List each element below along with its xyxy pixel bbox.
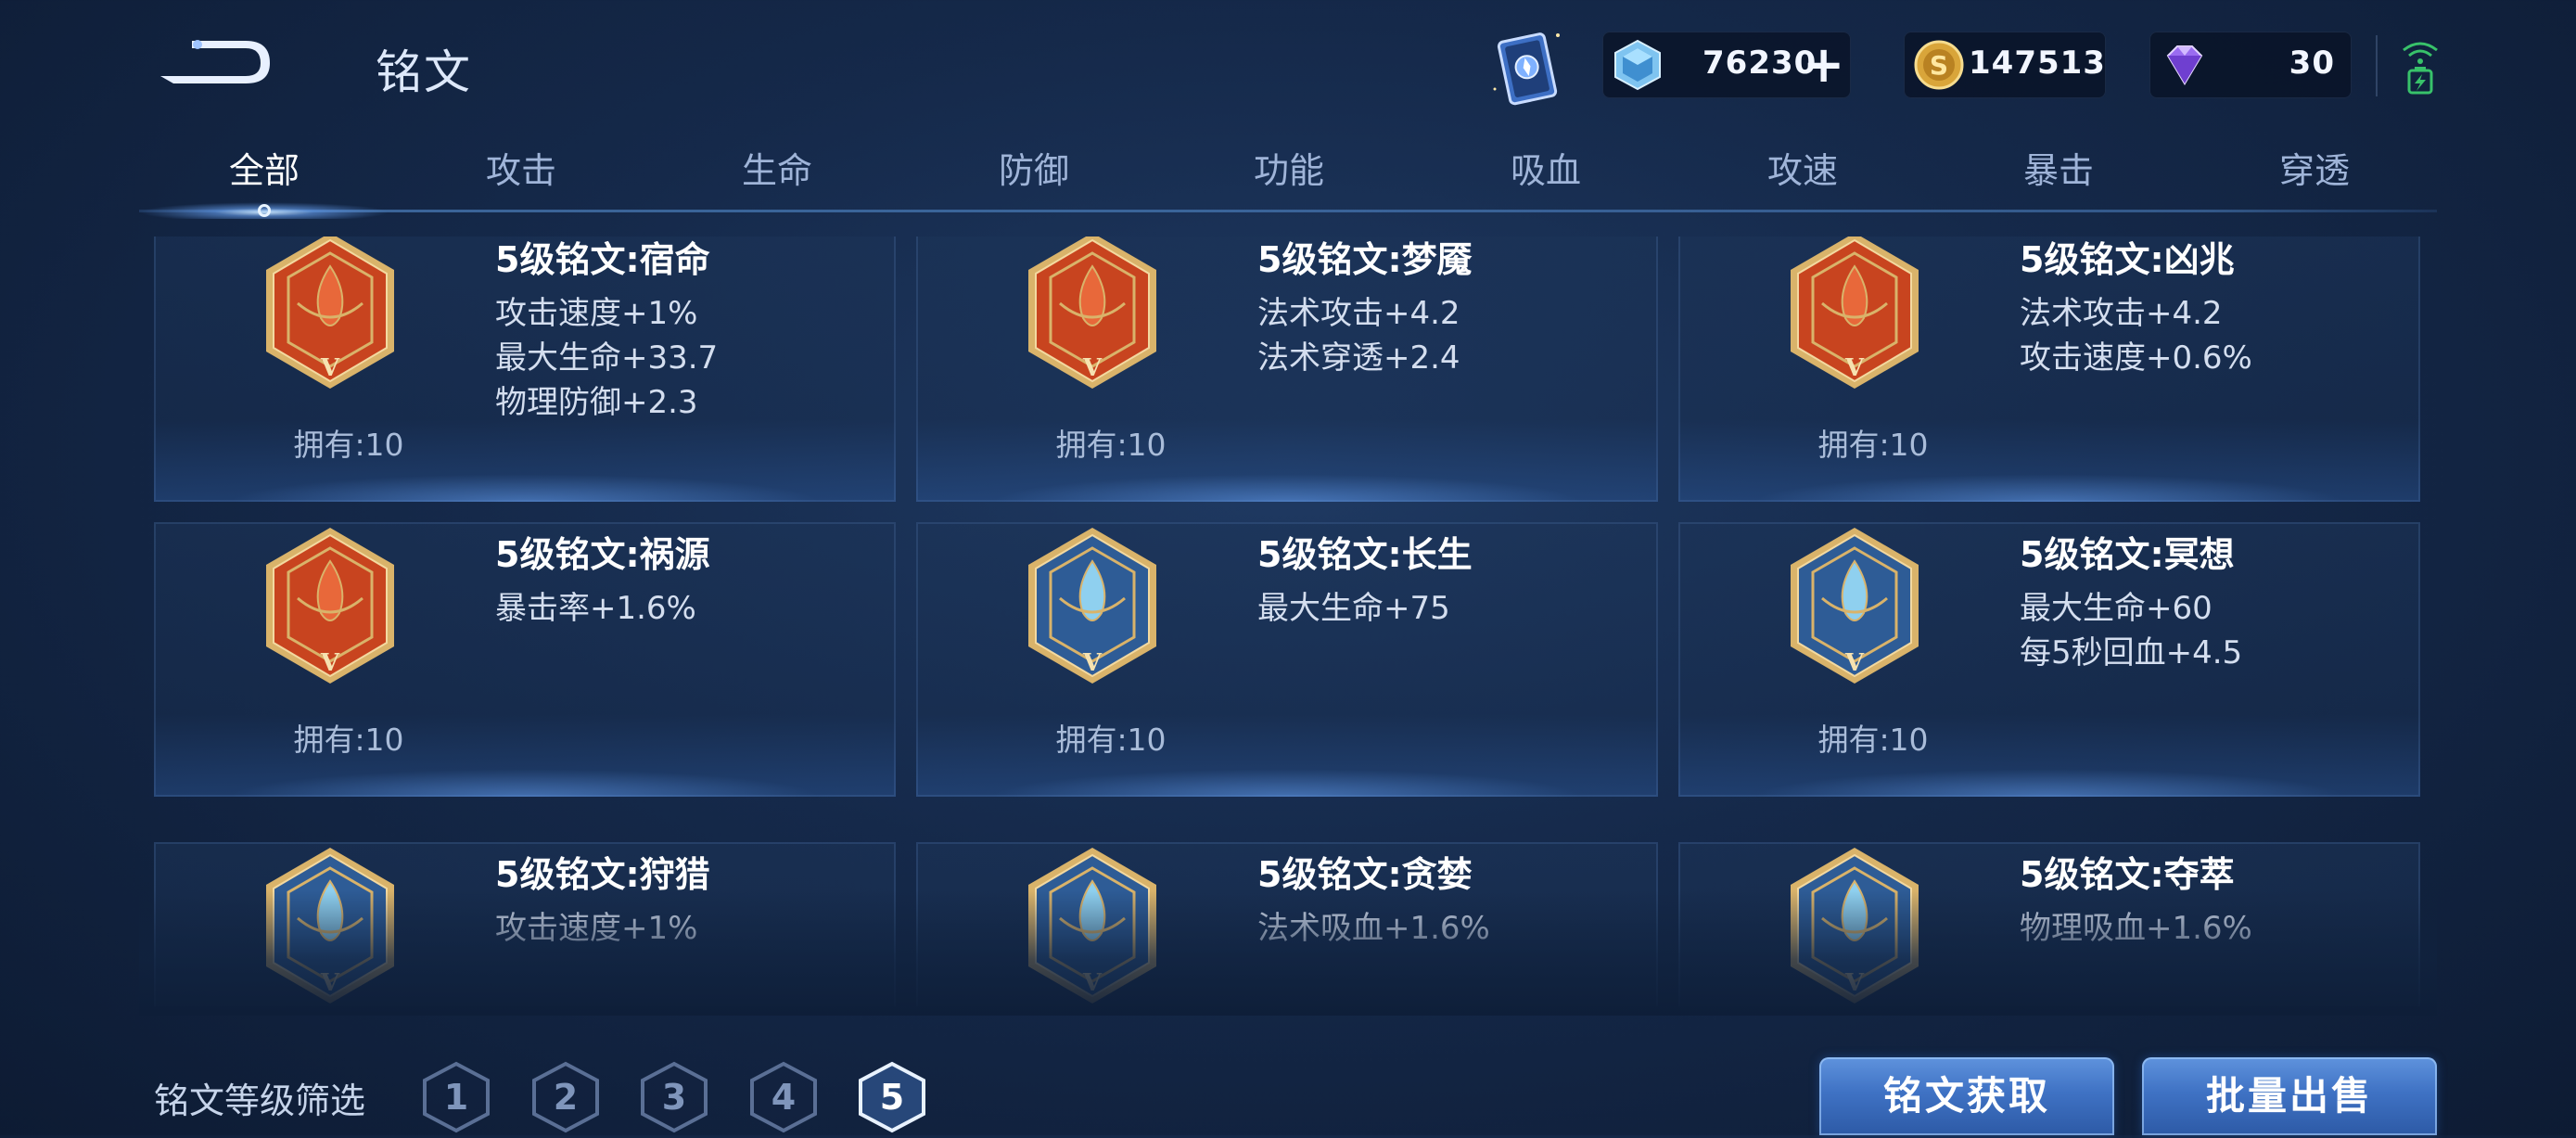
bulk-sell-button[interactable]: 批量出售 [2142, 1057, 2437, 1135]
gold-coin-icon: S [1914, 40, 1964, 90]
svg-text:V: V [320, 354, 340, 382]
inscription-name: 5级铭文:梦魇 [1257, 239, 1473, 280]
diamond-currency: 30 [2149, 32, 2352, 98]
tab-8[interactable]: 穿透 [2199, 139, 2430, 202]
inscription-name: 5级铭文:贪婪 [1257, 854, 1473, 895]
crystal-currency: 76230 + [1602, 32, 1851, 98]
tab-1[interactable]: 攻击 [405, 139, 637, 202]
diamond-icon [2166, 45, 2203, 85]
inscription-stat: 暴击率+1.6% [495, 590, 696, 627]
owned-count: 拥有:10 [293, 722, 404, 758]
tab-4[interactable]: 功能 [1173, 139, 1405, 202]
level-filter-label: 铭文等级筛选 [154, 1080, 366, 1121]
tab-7[interactable]: 暴击 [1943, 139, 2174, 202]
add-crystal-button[interactable]: + [1803, 35, 1844, 95]
level-number: 4 [771, 1077, 797, 1118]
inscription-emblem-icon: V [1791, 237, 1919, 389]
inscription-name: 5级铭文:夺萃 [2020, 854, 2235, 895]
owned-count: 拥有:10 [1055, 722, 1167, 758]
inscription-card[interactable]: V 5级铭文:长生最大生命+75 拥有:10 [916, 522, 1658, 797]
back-arrow-icon [160, 40, 270, 83]
gold-amount: 147513 [1969, 45, 2106, 82]
inscription-acquire-button[interactable]: 铭文获取 [1819, 1057, 2114, 1135]
inscription-card[interactable]: V 5级铭文:冥想最大生命+60 每5秒回血+4.5 拥有:10 [1678, 522, 2420, 797]
level-number: 1 [443, 1077, 469, 1118]
inscription-name: 5级铭文:冥想 [2020, 534, 2235, 575]
svg-text:V: V [1844, 354, 1865, 382]
inscription-stat: 每5秒回血+4.5 [2020, 634, 2243, 671]
inscription-card[interactable]: V 5级铭文:宿命攻击速度+1% 最大生命+33.7 物理防御+2.3 拥有:10 [154, 237, 896, 502]
inscription-stat: 法术攻击+4.2 [1257, 295, 1460, 332]
diamond-amount: 30 [2289, 45, 2335, 82]
inscription-emblem-icon: V [266, 528, 394, 684]
inscription-name: 5级铭文:狩猎 [495, 854, 710, 895]
level-filter-5[interactable]: 5 [855, 1060, 929, 1134]
inscription-card[interactable]: V 5级铭文:凶兆法术攻击+4.2 攻击速度+0.6% 拥有:10 [1678, 237, 2420, 502]
level-number: 3 [661, 1077, 687, 1118]
card-glow [990, 474, 1584, 502]
card-pack-icon[interactable] [1484, 24, 1573, 113]
owned-count: 拥有:10 [1817, 427, 1929, 463]
svg-text:V: V [1082, 649, 1103, 677]
inscription-stat: 攻击速度+0.6% [2020, 339, 2252, 377]
inscription-name: 5级铭文:长生 [1257, 534, 1473, 575]
tab-5[interactable]: 吸血 [1430, 139, 1662, 202]
owned-count: 拥有:10 [293, 427, 404, 463]
wifi-battery-icon [2398, 37, 2442, 96]
inscription-name: 5级铭文:祸源 [495, 534, 710, 575]
level-number: 2 [553, 1077, 579, 1118]
inscription-stat: 最大生命+60 [2020, 590, 2213, 627]
grid-fade-overlay [139, 890, 2437, 1016]
card-glow [228, 769, 822, 797]
divider [2376, 35, 2378, 96]
svg-text:V: V [1082, 354, 1103, 382]
level-filter-2[interactable]: 2 [529, 1060, 603, 1134]
inscription-emblem-icon: V [1791, 528, 1919, 684]
inscription-name: 5级铭文:宿命 [495, 239, 710, 280]
owned-count: 拥有:10 [1055, 427, 1167, 463]
inscription-stat: 最大生命+33.7 [495, 339, 719, 377]
level-filter-4[interactable]: 4 [746, 1060, 821, 1134]
crystal-icon [1614, 39, 1661, 91]
inscription-stat: 攻击速度+1% [495, 295, 698, 332]
inscription-card[interactable]: V 5级铭文:梦魇法术攻击+4.2 法术穿透+2.4 拥有:10 [916, 237, 1658, 502]
card-glow [990, 769, 1584, 797]
back-button[interactable] [153, 28, 283, 102]
svg-text:V: V [1844, 649, 1865, 677]
inscription-stat: 最大生命+75 [1257, 590, 1450, 627]
inscription-name: 5级铭文:凶兆 [2020, 239, 2235, 280]
level-number: 5 [879, 1077, 905, 1118]
tab-6[interactable]: 攻速 [1687, 139, 1919, 202]
inscription-emblem-icon: V [1028, 237, 1156, 389]
owned-count: 拥有:10 [1817, 722, 1929, 758]
tab-0[interactable]: 全部 [148, 139, 380, 202]
svg-text:S: S [1930, 50, 1948, 81]
inscription-stat: 物理防御+2.3 [495, 384, 698, 421]
inscription-emblem-icon: V [1028, 528, 1156, 684]
tab-3[interactable]: 防御 [918, 139, 1150, 202]
card-glow [228, 474, 822, 502]
level-filter-3[interactable]: 3 [637, 1060, 711, 1134]
gold-currency: S 147513 [1904, 32, 2106, 98]
inscription-stat: 法术攻击+4.2 [2020, 295, 2223, 332]
tab-2[interactable]: 生命 [661, 139, 893, 202]
inscription-card[interactable]: V 5级铭文:祸源暴击率+1.6% 拥有:10 [154, 522, 896, 797]
card-glow [1753, 474, 2346, 502]
level-filter-1[interactable]: 1 [419, 1060, 493, 1134]
active-tab-dot [258, 204, 271, 217]
page-title: 铭文 [376, 45, 472, 99]
crystal-amount: 76230 [1702, 45, 1817, 82]
card-glow [1753, 769, 2346, 797]
inscription-emblem-icon: V [266, 237, 394, 389]
svg-text:V: V [320, 649, 340, 677]
inscription-stat: 法术穿透+2.4 [1257, 339, 1460, 377]
tab-underline [139, 210, 2437, 212]
